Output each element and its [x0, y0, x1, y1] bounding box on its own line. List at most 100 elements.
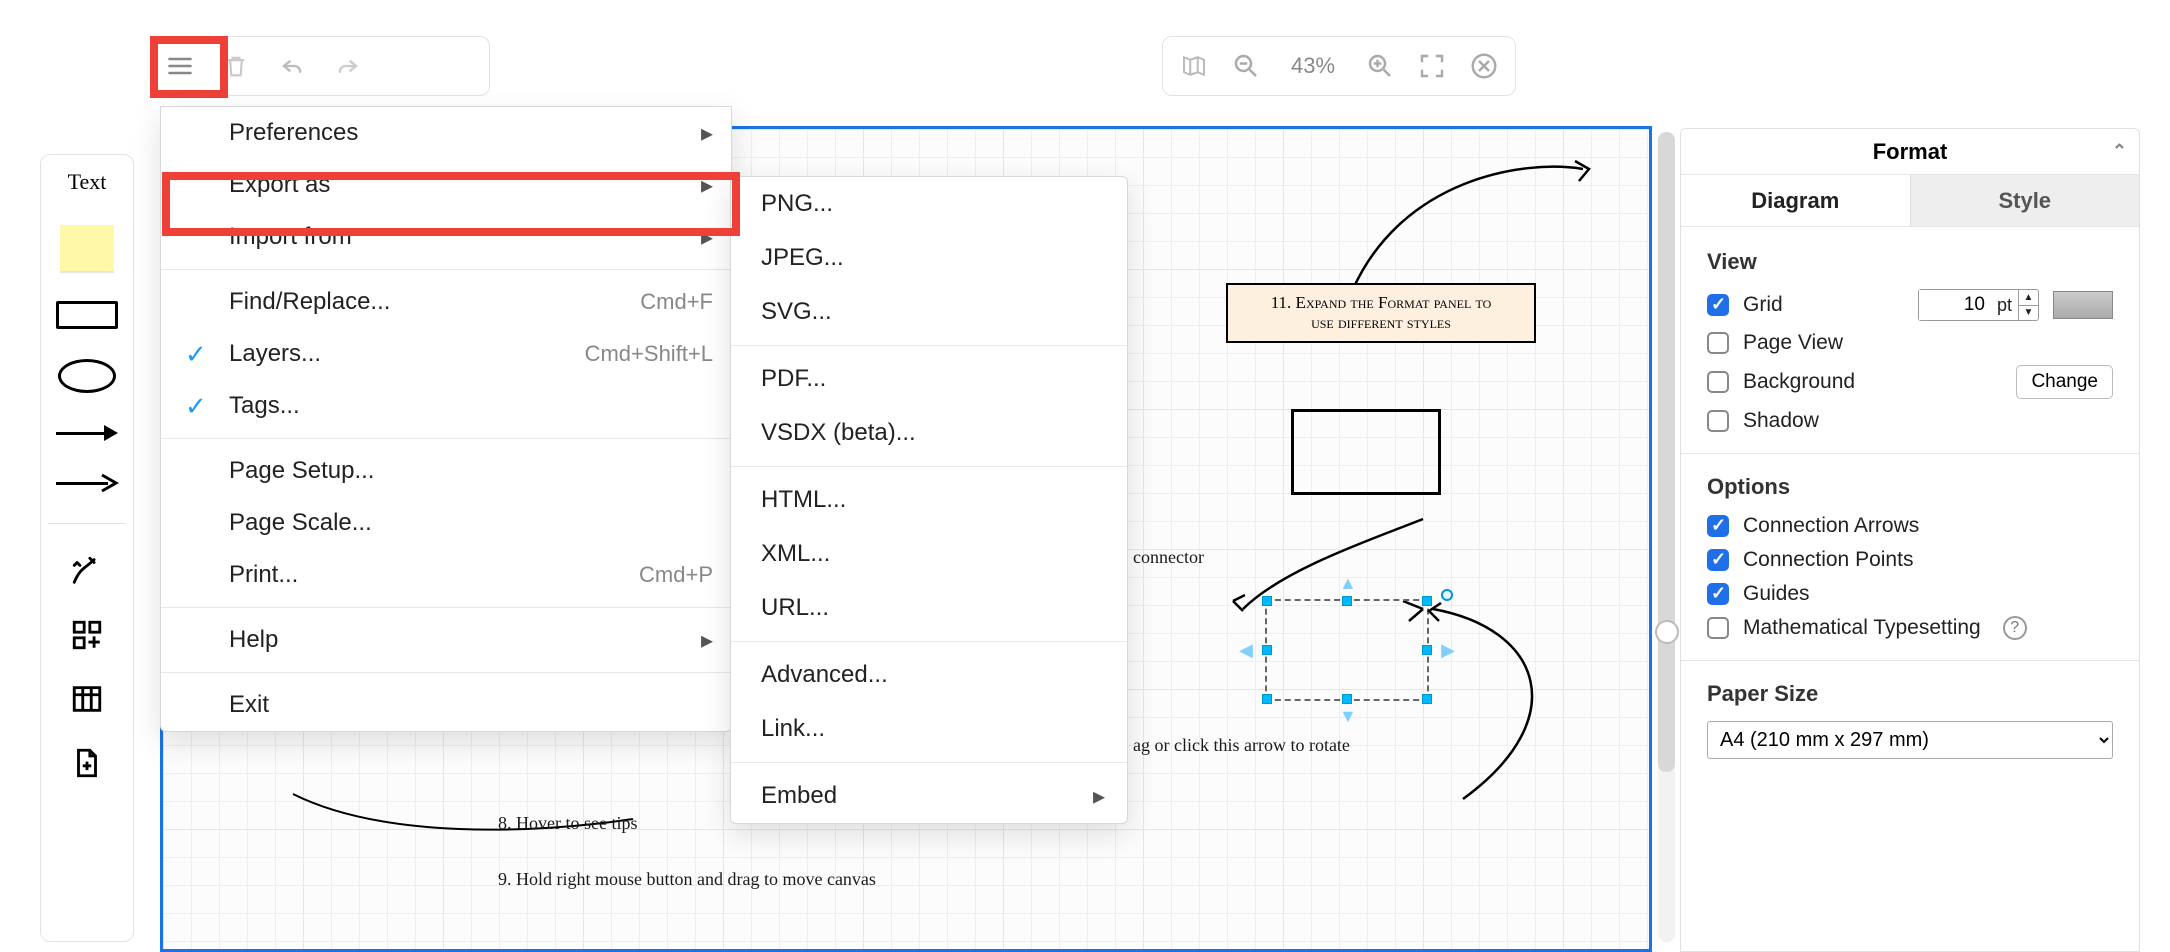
arrow-open-tool[interactable]: [56, 473, 118, 493]
submenu-item-pdf[interactable]: PDF...: [731, 352, 1127, 406]
submenu-item-advanced[interactable]: Advanced...: [731, 648, 1127, 702]
help-icon[interactable]: ?: [2003, 616, 2027, 640]
map-icon: [1179, 51, 1209, 81]
menu-separator: [161, 607, 731, 608]
submenu-item-link[interactable]: Link...: [731, 702, 1127, 756]
menu-label: Import from: [229, 223, 352, 251]
submenu-item-vsdx[interactable]: VSDX (beta)...: [731, 406, 1127, 460]
grid-checkbox[interactable]: [1707, 294, 1729, 316]
table-tool[interactable]: [70, 682, 104, 716]
background-label: Background: [1743, 370, 2002, 394]
submenu-label: HTML...: [761, 486, 846, 514]
menu-item-find-replace[interactable]: Find/Replace... Cmd+F: [161, 276, 731, 328]
arrow-curve-top: [1343, 139, 1603, 299]
sticky-note-tool[interactable]: [60, 225, 114, 271]
outline-button[interactable]: [1179, 51, 1209, 81]
canvas-vertical-scrollbar[interactable]: [1658, 132, 1675, 942]
resize-handle[interactable]: [1262, 645, 1272, 655]
resize-handle[interactable]: [1342, 694, 1352, 704]
menu-separator: [161, 438, 731, 439]
collapse-panel-button[interactable]: ⌃: [2112, 141, 2127, 162]
stepper-up-icon[interactable]: ▲: [2019, 290, 2038, 306]
delete-button[interactable]: [217, 47, 255, 85]
guides-checkbox[interactable]: [1707, 583, 1729, 605]
math-typesetting-checkbox[interactable]: [1707, 617, 1729, 639]
background-checkbox[interactable]: [1707, 371, 1729, 393]
direction-arrow-right-icon[interactable]: ▶: [1441, 640, 1455, 661]
submenu-item-embed[interactable]: Embed ▸: [731, 769, 1127, 823]
direction-arrow-up-icon[interactable]: ▲: [1339, 573, 1357, 594]
submenu-item-html[interactable]: HTML...: [731, 473, 1127, 527]
redo-button[interactable]: [329, 47, 367, 85]
menu-item-import-from[interactable]: Import from ▸: [161, 211, 731, 263]
resize-handle[interactable]: [1342, 596, 1352, 606]
menu-item-export-as[interactable]: Export as ▸: [161, 159, 731, 211]
undo-button[interactable]: [273, 47, 311, 85]
submenu-item-jpeg[interactable]: JPEG...: [731, 231, 1127, 285]
submenu-label: SVG...: [761, 298, 832, 326]
zoom-out-button[interactable]: [1231, 51, 1261, 81]
grid-color-swatch[interactable]: [2053, 291, 2113, 319]
grid-stepper[interactable]: ▲▼: [2018, 290, 2038, 320]
scrollbar-knob[interactable]: [1655, 620, 1679, 644]
close-button[interactable]: [1469, 51, 1499, 81]
connection-points-checkbox[interactable]: [1707, 549, 1729, 571]
zoom-value[interactable]: 43%: [1283, 53, 1343, 79]
direction-arrow-down-icon[interactable]: ▼: [1339, 706, 1357, 727]
fullscreen-button[interactable]: [1417, 51, 1447, 81]
shadow-checkbox[interactable]: [1707, 410, 1729, 432]
menu-item-page-setup[interactable]: Page Setup...: [161, 445, 731, 497]
resize-handle[interactable]: [1262, 596, 1272, 606]
ellipse-tool[interactable]: [58, 359, 116, 393]
resize-handle[interactable]: [1422, 645, 1432, 655]
hamburger-menu-button[interactable]: [161, 47, 199, 85]
scrollbar-thumb[interactable]: [1658, 132, 1675, 772]
resize-handle[interactable]: [1422, 694, 1432, 704]
submenu-item-xml[interactable]: XML...: [731, 527, 1127, 581]
submenu-item-url[interactable]: URL...: [731, 581, 1127, 635]
grid-size-input[interactable]: [1919, 290, 1991, 320]
freehand-tool[interactable]: [70, 554, 104, 588]
add-shapes-tool[interactable]: [70, 618, 104, 652]
insert-template-tool[interactable]: [70, 746, 104, 780]
shapes-plus-icon: [70, 618, 104, 652]
submenu-item-svg[interactable]: SVG...: [731, 285, 1127, 339]
connection-arrows-checkbox[interactable]: [1707, 515, 1729, 537]
pencil-sparkle-icon: [70, 554, 104, 588]
menu-label: Preferences: [229, 119, 358, 147]
submenu-item-png[interactable]: PNG...: [731, 177, 1127, 231]
connector-label: connector: [1133, 547, 1204, 568]
arrow-solid-tool[interactable]: [56, 423, 118, 443]
stepper-down-icon[interactable]: ▼: [2019, 306, 2038, 321]
rotate-label: ag or click this arrow to rotate: [1133, 735, 1350, 756]
menu-item-layers[interactable]: ✓ Layers... Cmd+Shift+L: [161, 328, 731, 380]
menu-item-exit[interactable]: Exit: [161, 679, 731, 731]
check-icon: ✓: [185, 339, 207, 370]
rotate-handle[interactable]: [1441, 589, 1453, 601]
row-page-view: Page View: [1707, 331, 2113, 355]
page-view-checkbox[interactable]: [1707, 332, 1729, 354]
resize-handle[interactable]: [1262, 694, 1272, 704]
text-tool[interactable]: Text: [68, 169, 107, 195]
resize-handle[interactable]: [1422, 596, 1432, 606]
menu-label: Print...: [229, 561, 298, 589]
arrowhead-open-icon: [100, 473, 120, 493]
rectangle-tool[interactable]: [56, 301, 118, 329]
menu-item-page-scale[interactable]: Page Scale...: [161, 497, 731, 549]
selected-shape[interactable]: ▲ ▼ ◀ ▶: [1265, 599, 1429, 701]
menu-item-tags[interactable]: ✓ Tags...: [161, 380, 731, 432]
menu-item-help[interactable]: Help ▸: [161, 614, 731, 666]
paper-size-select[interactable]: A4 (210 mm x 297 mm): [1707, 721, 2113, 759]
canvas-rectangle[interactable]: [1291, 409, 1441, 495]
tab-diagram[interactable]: Diagram: [1681, 175, 1910, 226]
zoom-in-icon: [1365, 51, 1395, 81]
menu-item-preferences[interactable]: Preferences ▸: [161, 107, 731, 159]
zoom-in-button[interactable]: [1365, 51, 1395, 81]
direction-arrow-left-icon[interactable]: ◀: [1239, 640, 1253, 661]
callout-11-line1: 11. Expand the Format panel to: [1240, 293, 1522, 313]
menu-item-print[interactable]: Print... Cmd+P: [161, 549, 731, 601]
change-background-button[interactable]: Change: [2016, 365, 2113, 399]
tab-style[interactable]: Style: [1910, 175, 2140, 226]
chevron-right-icon: ▸: [701, 626, 713, 655]
row-math-typesetting: Mathematical Typesetting ?: [1707, 616, 2113, 640]
